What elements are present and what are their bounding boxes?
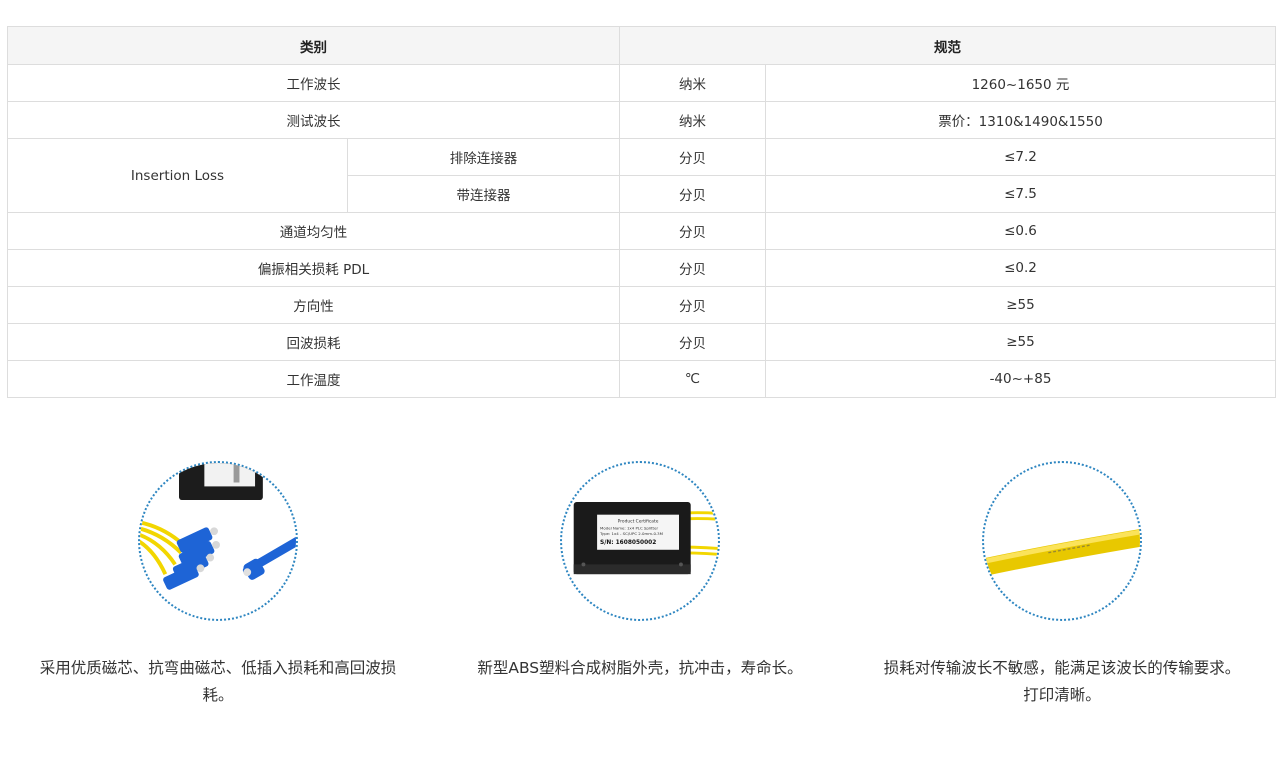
abs-box-splitter-photo: Product Certificate Model Name: 1x4 PLC … [560,461,720,621]
table-header-row: 类别 规范 [7,26,1276,65]
header-spec: 规范 [619,26,1276,65]
feature-caption: 新型ABS塑料合成树脂外壳，抗冲击，寿命长。 [477,659,803,677]
param-name: 回波损耗 [7,323,620,361]
feature-caption: 采用优质磁芯、抗弯曲磁芯、低插入损耗和高回波损耗。 [39,659,397,704]
spec-table: 类别 规范 工作波长 纳米 1260~1650 元 测试波长 纳米 票价：131… [7,26,1276,398]
feature-item: Product Certificate Model Name: 1x4 PLC … [440,455,840,682]
param-unit: 分贝 [619,249,766,287]
feature-section: 采用优质磁芯、抗弯曲磁芯、低插入损耗和高回波损耗。 Product Certif… [0,455,1286,755]
param-unit: 纳米 [619,101,766,139]
label-type: Type: 1x4 - SC/UPC 2.0mm-0.3M [599,531,663,536]
fiber-splitter-connectors-photo [138,461,298,621]
param-value: ≤0.2 [765,249,1276,287]
yellow-fiber-cable-image [984,529,1140,577]
feature-caption: 损耗对传输波长不敏感，能满足该波长的传输要求。打印清晰。 [883,659,1241,704]
param-name: 方向性 [7,286,620,324]
param-value: 1260~1650 元 [765,64,1276,102]
param-unit: 分贝 [619,138,766,176]
label-sn: S/N: 1608050002 [600,540,656,546]
param-value: ≥55 [765,323,1276,361]
param-name: 工作波长 [7,64,620,102]
table-row: 工作波长 纳米 1260~1650 元 [7,64,1276,102]
param-name: 排除连接器 [347,138,620,176]
table-row: 测试波长 纳米 票价：1310&1490&1550 [7,101,1276,139]
table-row: 工作温度 ℃ -40~+85 [7,360,1276,398]
param-name: 偏振相关损耗 PDL [7,249,620,287]
header-category: 类别 [7,26,620,65]
fiber-splitter-connectors-image [140,463,296,590]
abs-box-splitter-image: Product Certificate Model Name: 1x4 PLC … [573,502,718,575]
param-unit: 分贝 [619,212,766,250]
table-row: 偏振相关损耗 PDL 分贝 ≤0.2 [7,249,1276,287]
yellow-fiber-cable-photo [982,461,1142,621]
param-name: 测试波长 [7,101,620,139]
table-row: 通道均匀性 分贝 ≤0.6 [7,212,1276,250]
param-value: -40~+85 [765,360,1276,398]
table-row: 方向性 分贝 ≥55 [7,286,1276,324]
param-name: 通道均匀性 [7,212,620,250]
param-unit: 分贝 [619,286,766,324]
param-unit: ℃ [619,360,766,398]
label-title: Product Certificate [618,518,659,524]
param-value: ≤7.2 [765,138,1276,176]
param-value: ≤0.6 [765,212,1276,250]
param-group: Insertion Loss [7,138,348,213]
param-unit: 分贝 [619,175,766,213]
param-unit: 分贝 [619,323,766,361]
param-name: 带连接器 [347,175,620,213]
feature-item: 采用优质磁芯、抗弯曲磁芯、低插入损耗和高回波损耗。 [18,455,418,709]
table-row: Insertion Loss 排除连接器 分贝 ≤7.2 [7,138,1276,213]
label-model: Model Name: 1x4 PLC Splitter [600,525,658,530]
table-row: 回波损耗 分贝 ≥55 [7,323,1276,361]
param-unit: 纳米 [619,64,766,102]
param-value: ≥55 [765,286,1276,324]
param-name: 工作温度 [7,360,620,398]
param-value: 票价：1310&1490&1550 [765,101,1276,139]
param-value: ≤7.5 [765,175,1276,213]
feature-item: 损耗对传输波长不敏感，能满足该波长的传输要求。打印清晰。 [862,455,1262,709]
